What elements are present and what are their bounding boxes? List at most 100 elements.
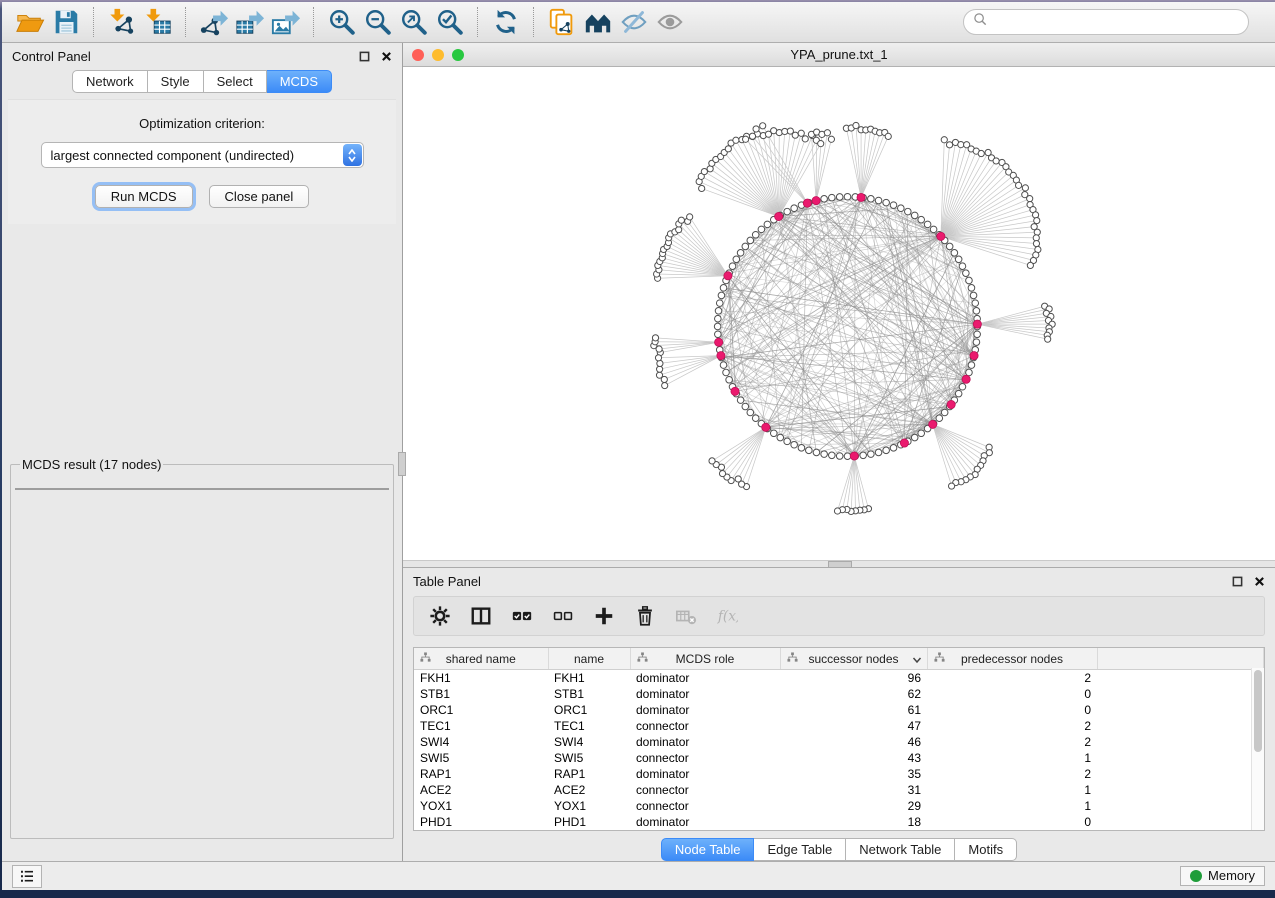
zoom-fit-button[interactable]: [396, 5, 432, 39]
status-bar: Memory: [2, 861, 1275, 890]
zoom-out-button[interactable]: [360, 5, 396, 39]
minimize-window-icon[interactable]: [432, 49, 444, 61]
select-stepper-icon: [343, 144, 362, 166]
unselect-all-button[interactable]: [552, 605, 574, 627]
import-network-button[interactable]: [104, 5, 140, 39]
import-table-button[interactable]: [140, 5, 176, 39]
column-header-filler: [1097, 648, 1264, 670]
optimization-label: Optimization criterion:: [8, 116, 396, 131]
gear-button[interactable]: [429, 605, 451, 627]
first-neighbors-icon: [583, 7, 613, 37]
close-panel-icon[interactable]: [381, 51, 392, 62]
hide-selected-button[interactable]: [616, 5, 652, 39]
table-row[interactable]: YOX1YOX1connector291: [414, 798, 1264, 814]
toolbar-separator: [185, 7, 187, 37]
table-panel-title: Table Panel: [413, 574, 481, 589]
add-row-button[interactable]: [593, 605, 615, 627]
export-table-button[interactable]: [232, 5, 268, 39]
open-folder-icon: [15, 7, 45, 37]
tab-network-table[interactable]: Network Table: [846, 838, 955, 861]
table-tabs: Node TableEdge TableNetwork TableMotifs: [403, 838, 1275, 861]
tab-network[interactable]: Network: [72, 70, 148, 93]
close-panel-button[interactable]: Close panel: [209, 185, 310, 208]
node-table: shared namenameMCDS rolesuccessor nodesp…: [414, 648, 1264, 830]
table-row[interactable]: ACE2ACE2connector311: [414, 782, 1264, 798]
zoom-selected-button[interactable]: [432, 5, 468, 39]
sort-desc-icon: [912, 655, 922, 665]
import-network-icon: [107, 7, 137, 37]
table-row[interactable]: STB1STB1dominator620: [414, 686, 1264, 702]
maximize-window-icon[interactable]: [452, 49, 464, 61]
network-window: YPA_prune.txt_1: [403, 43, 1275, 560]
network-canvas[interactable]: [403, 67, 1275, 560]
add-row-icon: [593, 605, 615, 627]
search-icon: [973, 12, 988, 27]
table-row[interactable]: ORC1ORC1dominator610: [414, 702, 1264, 718]
float-panel-icon[interactable]: [359, 51, 370, 62]
main-toolbar-groups: [12, 5, 688, 39]
zoom-in-button[interactable]: [324, 5, 360, 39]
tab-motifs[interactable]: Motifs: [955, 838, 1017, 861]
table-row[interactable]: PHD1PHD1dominator180: [414, 814, 1264, 830]
table-row[interactable]: FKH1FKH1dominator962: [414, 670, 1264, 687]
task-list-icon: [18, 867, 36, 885]
export-table-icon: [235, 7, 265, 37]
node-table-container: shared namenameMCDS rolesuccessor nodesp…: [413, 647, 1265, 831]
save-button[interactable]: [48, 5, 84, 39]
close-panel-icon[interactable]: [1254, 576, 1265, 587]
network-graph[interactable]: [403, 67, 1275, 560]
search-input[interactable]: [994, 14, 1239, 31]
column-header-successor-nodes[interactable]: successor nodes: [780, 648, 927, 670]
mcds-panel: Optimization criterion: largest connecte…: [8, 99, 396, 224]
export-network-button[interactable]: [196, 5, 232, 39]
table-scrollbar[interactable]: [1251, 668, 1264, 830]
close-panel-icon: [381, 51, 392, 62]
table-row[interactable]: TEC1TEC1connector472: [414, 718, 1264, 734]
column-type-icon: [637, 652, 648, 663]
optimization-select[interactable]: largest connected component (undirected): [41, 142, 364, 168]
tab-mcds[interactable]: MCDS: [267, 70, 332, 93]
table-row[interactable]: RAP1RAP1dominator352: [414, 766, 1264, 782]
show-columns-icon: [470, 605, 492, 627]
column-header-MCDS-role[interactable]: MCDS role: [630, 648, 780, 670]
table-scrollbar-thumb[interactable]: [1254, 670, 1262, 752]
column-header-shared-name[interactable]: shared name: [414, 648, 548, 670]
zoom-out-icon: [363, 7, 393, 37]
tab-style[interactable]: Style: [148, 70, 204, 93]
export-image-button[interactable]: [268, 5, 304, 39]
unselect-all-icon: [552, 605, 574, 627]
zoom-selected-icon: [435, 7, 465, 37]
task-history-button[interactable]: [12, 865, 42, 888]
float-panel-icon[interactable]: [1232, 576, 1243, 587]
splitter-handle[interactable]: [828, 561, 852, 568]
clone-network-button[interactable]: [544, 5, 580, 39]
show-columns-button[interactable]: [470, 605, 492, 627]
table-row[interactable]: SWI5SWI5connector431: [414, 750, 1264, 766]
horizontal-splitter[interactable]: [403, 560, 1275, 568]
export-network-icon: [199, 7, 229, 37]
save-icon: [51, 7, 81, 37]
tab-edge-table[interactable]: Edge Table: [754, 838, 846, 861]
open-folder-button[interactable]: [12, 5, 48, 39]
close-window-icon[interactable]: [412, 49, 424, 61]
toolbar-separator: [533, 7, 535, 37]
toolbar-separator: [313, 7, 315, 37]
table-panel: Table Panel f(x) shared namenameMCDS rol…: [403, 568, 1275, 861]
column-header-predecessor-nodes[interactable]: predecessor nodes: [927, 648, 1097, 670]
table-row[interactable]: SWI4SWI4dominator462: [414, 734, 1264, 750]
close-panel-icon: [1254, 576, 1265, 587]
toolbar-separator: [477, 7, 479, 37]
memory-button[interactable]: Memory: [1180, 866, 1265, 886]
delete-row-button[interactable]: [634, 605, 656, 627]
tab-node-table[interactable]: Node Table: [661, 838, 755, 861]
vertical-splitter-handle[interactable]: [398, 452, 406, 476]
first-neighbors-button[interactable]: [580, 5, 616, 39]
show-all-button[interactable]: [652, 5, 688, 39]
select-all-button[interactable]: [511, 605, 533, 627]
search-box: [963, 9, 1249, 35]
tab-select[interactable]: Select: [204, 70, 267, 93]
column-header-name[interactable]: name: [548, 648, 630, 670]
delete-table-icon: [675, 605, 697, 627]
run-mcds-button[interactable]: Run MCDS: [95, 185, 193, 208]
refresh-button[interactable]: [488, 5, 524, 39]
